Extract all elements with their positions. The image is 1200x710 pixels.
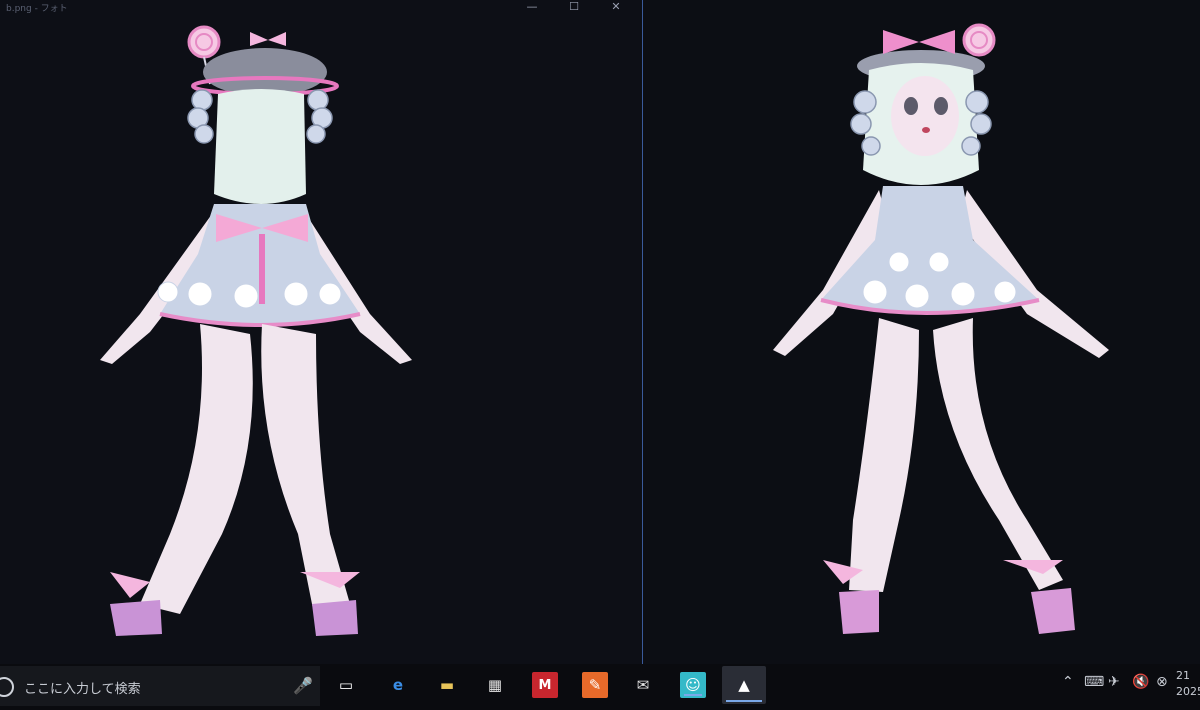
character-app-icon[interactable]: ☺ (680, 672, 706, 698)
search-box[interactable]: ここに入力して検索 🎤 (0, 666, 320, 706)
mail-glyph: ✉ (636, 676, 650, 694)
active-indicator (684, 694, 702, 696)
right-leg (261, 324, 350, 614)
file-explorer-icon[interactable]: ▬ (434, 672, 460, 698)
taskbar: ここに入力して検索 🎤 ▭ e ▬ ▦ M ✎ ✉ ☺ ▲ ⌃ ⌨ ✈ 🔇 ⊗ … (0, 664, 1200, 710)
window-titlebar: b.png - フォト — ☐ ✕ (0, 0, 642, 14)
lollipop-prop (187, 25, 221, 59)
store-icon[interactable]: ▦ (482, 672, 508, 698)
photos-window: b.png - フォト — ☐ ✕ (0, 0, 643, 664)
paint-glyph: ✎ (588, 676, 602, 694)
store-glyph: ▦ (487, 676, 503, 694)
lollipop-prop (962, 23, 996, 57)
hat (203, 48, 327, 96)
clock-date: 2025 (1176, 685, 1200, 698)
volume-muted-icon[interactable]: 🔇 (1132, 674, 1149, 690)
clock-time: 21 (1176, 669, 1190, 682)
airplane-icon[interactable]: ✈ (1108, 674, 1120, 690)
minimize-button[interactable]: — (514, 0, 550, 14)
keyboard-icon[interactable]: ⌨ (1084, 674, 1104, 690)
right-leg (933, 318, 1063, 590)
preview-window (643, 0, 1200, 664)
left-leg (849, 318, 919, 592)
task-view-glyph: ▭ (338, 676, 354, 694)
notification-icon[interactable]: ⊗ (1156, 674, 1168, 690)
edge-icon[interactable]: e (385, 672, 411, 698)
chevron-up-icon[interactable]: ⌃ (1062, 674, 1074, 690)
edge-glyph: e (392, 676, 404, 694)
character-glyph: ☺ (685, 676, 701, 694)
hair (214, 89, 306, 204)
mail-icon[interactable]: ✉ (630, 672, 656, 698)
active-indicator (726, 700, 762, 702)
photos-glyph: ▲ (738, 676, 750, 694)
microphone-icon[interactable]: 🎤 (293, 676, 313, 695)
character-back-view (100, 25, 412, 636)
maximize-button[interactable]: ☐ (556, 0, 592, 14)
paint-app-icon[interactable]: ✎ (582, 672, 608, 698)
character-front-view (773, 23, 1109, 634)
clock[interactable]: 21 2025 (1176, 668, 1200, 700)
left-leg (140, 324, 253, 614)
mcafee-icon[interactable]: M (532, 672, 558, 698)
monitor-screen: b.png - フォト — ☐ ✕ ここに入力して検索 🎤 ▭ e ▬ ▦ M … (0, 0, 1200, 710)
close-button[interactable]: ✕ (598, 0, 634, 14)
search-placeholder: ここに入力して検索 (24, 682, 141, 697)
explorer-glyph: ▬ (439, 676, 455, 694)
mcafee-glyph: M (538, 677, 552, 693)
face (891, 76, 959, 156)
window-title: b.png - フォト (6, 4, 68, 14)
task-view-icon[interactable]: ▭ (333, 672, 359, 698)
cortana-icon[interactable] (0, 677, 14, 697)
photos-icon[interactable]: ▲ (722, 666, 766, 704)
